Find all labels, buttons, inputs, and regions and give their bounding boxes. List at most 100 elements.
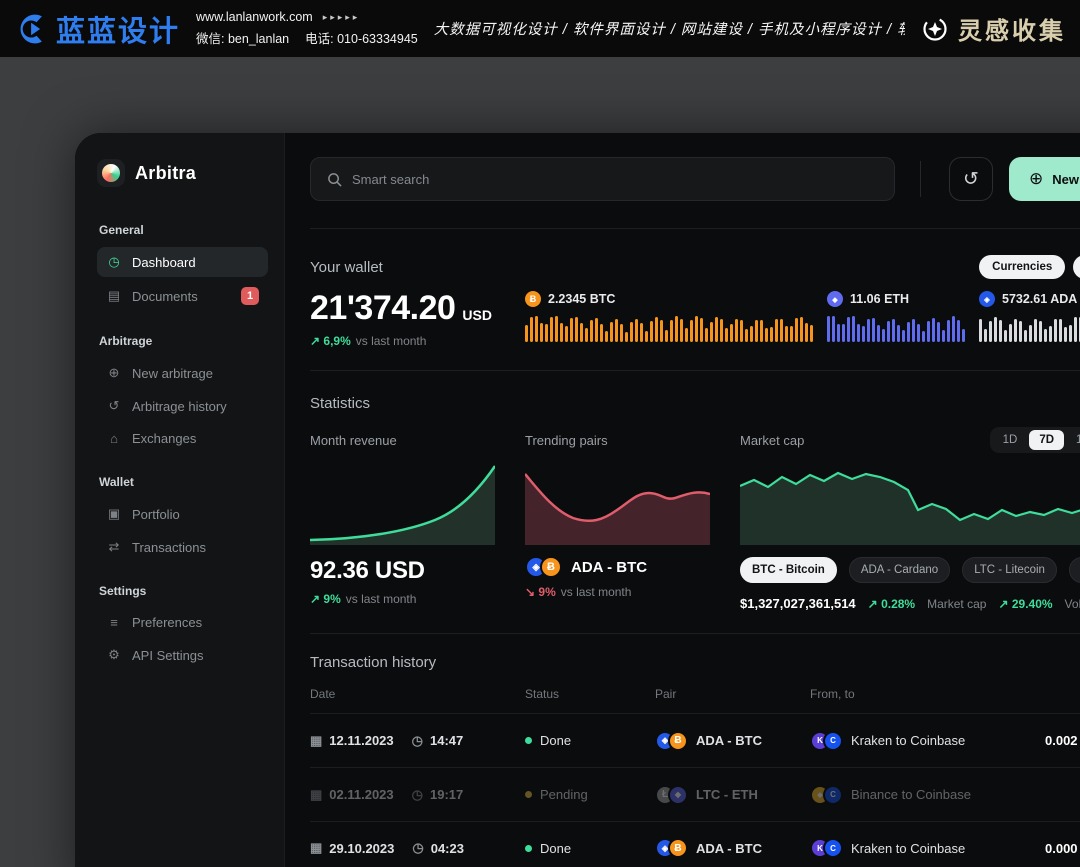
trending-pairs-chart bbox=[525, 460, 710, 545]
month-revenue-chart bbox=[310, 460, 495, 545]
main-content: ↺ ⊕ New arbitrage Your wallet Currencies… bbox=[285, 133, 1080, 867]
range-toggle: 1D 7D 1M bbox=[990, 427, 1080, 453]
wallet-change-suffix: vs last month bbox=[356, 334, 427, 348]
market-cap-label: Market cap bbox=[740, 428, 804, 452]
coin-filter-chips: BTC - Bitcoin ADA - Cardano LTC - Liteco… bbox=[740, 557, 1080, 583]
inspiration-collect-link[interactable]: 灵感收集 bbox=[921, 11, 1066, 46]
swap-icon bbox=[106, 539, 122, 555]
banner-contact: www.lanlanwork.com ▸▸▸▸▸ 微信: ben_lanlan … bbox=[196, 10, 418, 47]
btc-icon bbox=[525, 291, 541, 307]
section-divider bbox=[310, 633, 1080, 634]
search-input[interactable] bbox=[352, 172, 878, 187]
status-dot bbox=[525, 845, 532, 852]
calendar-icon bbox=[310, 787, 322, 803]
history-icon bbox=[106, 398, 122, 414]
trending-pairs-card: Trending pairs ADA - BTC 9% vs last mont… bbox=[525, 428, 710, 599]
table-row[interactable]: 02.11.2023 19:17 Pending LTC - ETH Binan… bbox=[310, 767, 1080, 821]
market-cap-card: Market cap 1D 7D 1M BTC - Bitcoin ADA - … bbox=[740, 428, 1080, 611]
ada-icon bbox=[979, 291, 995, 307]
month-revenue-card: Month revenue 92.36 USD 9% vs last month bbox=[310, 428, 495, 606]
currencies-chip[interactable]: Currencies bbox=[979, 255, 1065, 279]
website-text: www.lanlanwork.com bbox=[196, 10, 313, 24]
btc-icon bbox=[668, 838, 688, 858]
sidebar-item-documents[interactable]: Documents 1 bbox=[97, 280, 268, 312]
sidebar-item-api-settings[interactable]: API Settings bbox=[97, 640, 268, 670]
sidebar-item-portfolio[interactable]: Portfolio bbox=[97, 499, 268, 529]
coin-chip-eth[interactable]: ETH - Ethereum bbox=[1069, 557, 1080, 583]
asset-eth: 11.06 ETH bbox=[827, 291, 967, 348]
sidebar-item-arbitrage-history[interactable]: Arbitrage history bbox=[97, 391, 268, 421]
wallet-summary: 21'374.20 USD 6,9% vs last month 2.2345 … bbox=[310, 291, 1080, 348]
coinbase-icon bbox=[823, 731, 843, 751]
clock-icon bbox=[412, 840, 423, 856]
calendar-icon bbox=[310, 840, 322, 856]
statistics-cards: Month revenue 92.36 USD 9% vs last month… bbox=[310, 428, 1080, 611]
asset-ada: 5732.61 ADA bbox=[979, 291, 1080, 348]
route-icons bbox=[810, 785, 843, 805]
phone-text: 电话: 010-63334945 bbox=[305, 28, 418, 47]
btc-icon bbox=[668, 731, 688, 751]
status-text: Pending bbox=[540, 787, 588, 802]
top-bar: ↺ ⊕ New arbitrage bbox=[310, 157, 1080, 201]
plus-circle-icon: ⊕ bbox=[1029, 169, 1043, 189]
wechat-text: 微信: ben_lanlan bbox=[196, 28, 289, 47]
coin-chip-ltc[interactable]: LTC - Litecoin bbox=[962, 557, 1057, 583]
coin-chip-btc[interactable]: BTC - Bitcoin bbox=[740, 557, 837, 583]
coin-chip-ada[interactable]: ADA - Cardano bbox=[849, 557, 950, 583]
sidebar-section-arbitrage: Arbitrage bbox=[99, 334, 268, 348]
range-1d-button[interactable]: 1D bbox=[993, 430, 1028, 450]
lanlan-logo-icon bbox=[14, 11, 50, 47]
trending-pairs-label: Trending pairs bbox=[525, 428, 710, 452]
sidebar-item-transactions[interactable]: Transactions bbox=[97, 532, 268, 562]
topbar-divider bbox=[920, 161, 921, 197]
briefcase-icon bbox=[106, 506, 122, 522]
history-button[interactable]: ↺ bbox=[949, 157, 993, 201]
sidebar-item-preferences[interactable]: Preferences bbox=[97, 608, 268, 637]
arrows-icon: ▸▸▸▸▸ bbox=[323, 12, 361, 23]
range-7d-button[interactable]: 7D bbox=[1029, 430, 1064, 450]
market-cap-chart bbox=[740, 460, 1080, 545]
wallet-change: 6,9% bbox=[310, 334, 351, 348]
status-text: Done bbox=[540, 733, 571, 748]
sidebar-item-dashboard[interactable]: Dashboard bbox=[97, 247, 268, 277]
volume-change: 29.40% bbox=[998, 597, 1052, 611]
new-arbitrage-button[interactable]: ⊕ New arbitrage bbox=[1009, 157, 1080, 201]
statistics-title: Statistics bbox=[310, 395, 1080, 412]
month-revenue-change: 9% bbox=[310, 592, 341, 606]
document-icon bbox=[106, 288, 122, 304]
brand-text: 蓝蓝设计 bbox=[56, 8, 180, 50]
wallet-title: Your wallet bbox=[310, 259, 383, 276]
pair-icons bbox=[655, 838, 688, 858]
amount-text: 0.002 bbox=[1045, 733, 1080, 748]
clock-icon bbox=[412, 787, 423, 803]
key-icon bbox=[106, 647, 122, 663]
market-cap-change: 0.28% bbox=[868, 597, 915, 611]
sidebar-section-wallet: Wallet bbox=[99, 475, 268, 489]
ada-waveform bbox=[979, 316, 1080, 342]
sidebar: Arbitra General Dashboard Documents 1 Ar… bbox=[75, 133, 285, 867]
services-text: 大数据可视化设计 / 软件界面设计 / 网站建设 / 手机及小程序设计 / 软件… bbox=[434, 18, 905, 39]
calendar-icon bbox=[310, 733, 322, 749]
exchanges-chip[interactable]: Exchanges bbox=[1073, 255, 1080, 279]
search-box[interactable] bbox=[310, 157, 895, 201]
history-icon: ↺ bbox=[963, 168, 979, 191]
sidebar-item-exchanges[interactable]: Exchanges bbox=[97, 424, 268, 453]
wallet-currency: USD bbox=[462, 307, 492, 325]
section-divider bbox=[310, 228, 1080, 229]
market-cap-stats: $1,327,027,361,514 0.28% Market cap 29.4… bbox=[740, 596, 1080, 611]
sidebar-section-general: General bbox=[99, 223, 268, 237]
status-dot bbox=[525, 791, 532, 798]
table-row[interactable]: 29.10.2023 04:23 Done ADA - BTC Kraken t… bbox=[310, 821, 1080, 867]
sliders-icon bbox=[106, 615, 122, 630]
table-row[interactable]: 12.11.2023 14:47 Done ADA - BTC Kraken t… bbox=[310, 713, 1080, 767]
route-icons bbox=[810, 838, 843, 858]
amount-text: 0.000 bbox=[1045, 841, 1080, 856]
header-from-to: From, to bbox=[810, 687, 1045, 701]
eth-waveform bbox=[827, 316, 967, 342]
app-name: Arbitra bbox=[135, 163, 196, 184]
sidebar-item-new-arbitrage[interactable]: New arbitrage bbox=[97, 358, 268, 388]
range-1m-button[interactable]: 1M bbox=[1066, 430, 1080, 450]
transaction-history-title: Transaction history bbox=[310, 654, 1080, 671]
status-text: Done bbox=[540, 841, 571, 856]
eth-icon bbox=[668, 785, 688, 805]
